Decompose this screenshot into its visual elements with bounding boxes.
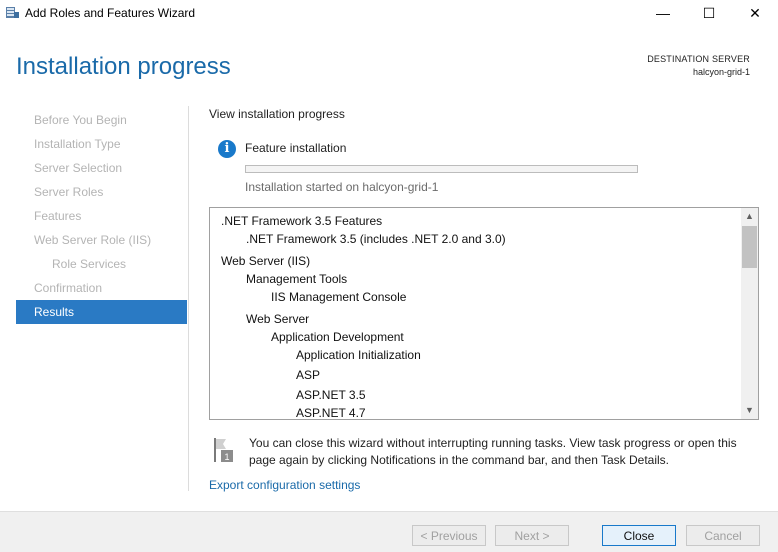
installation-status-text: Installation started on halcyon-grid-1 bbox=[245, 180, 439, 194]
tree-item: Application Initialization bbox=[296, 348, 421, 362]
tree-item: IIS Management Console bbox=[271, 290, 407, 304]
wizard-step-web-server-role-iis: Web Server Role (IIS) bbox=[34, 233, 152, 247]
tree-item: Management Tools bbox=[246, 272, 348, 286]
wizard-steps-nav: Before You Begin Installation Type Server … bbox=[16, 108, 187, 324]
wizard-footer: < Previous Next > Close Cancel bbox=[0, 511, 778, 552]
vertical-scrollbar[interactable]: ▲ ▼ bbox=[741, 208, 758, 419]
tree-item: Web Server (IIS) bbox=[221, 254, 311, 268]
tree-item: .NET Framework 3.5 Features bbox=[221, 214, 383, 228]
wizard-step-server-roles: Server Roles bbox=[34, 185, 104, 199]
feature-installation-label: Feature installation bbox=[245, 141, 347, 155]
tree-item: ASP.NET 3.5 bbox=[296, 388, 366, 402]
svg-text:1: 1 bbox=[224, 452, 229, 462]
wizard-step-results[interactable]: Results bbox=[16, 300, 187, 324]
server-manager-icon bbox=[6, 7, 19, 18]
section-heading: View installation progress bbox=[209, 107, 345, 121]
wizard-step-installation-type: Installation Type bbox=[34, 137, 121, 151]
window-title: Add Roles and Features Wizard bbox=[25, 6, 196, 20]
destination-server-name: halcyon-grid-1 bbox=[692, 67, 750, 77]
close-button[interactable]: Close bbox=[602, 525, 676, 546]
export-configuration-link[interactable]: Export configuration settings bbox=[209, 478, 360, 492]
tree-item: .NET Framework 3.5 (includes .NET 2.0 an… bbox=[246, 232, 506, 246]
minimize-button[interactable]: — bbox=[640, 0, 686, 26]
close-wizard-note: You can close this wizard without interr… bbox=[249, 436, 737, 467]
flag-notification-icon: 1 bbox=[214, 438, 233, 462]
title-bar: Add Roles and Features Wizard — ☐ ✕ bbox=[0, 0, 778, 26]
close-window-button[interactable]: ✕ bbox=[732, 0, 778, 26]
destination-server-label: DESTINATION SERVER bbox=[647, 54, 750, 64]
wizard-step-confirmation: Confirmation bbox=[34, 281, 103, 295]
scroll-up-arrow-icon[interactable]: ▲ bbox=[741, 208, 758, 225]
tree-item: ASP bbox=[296, 368, 321, 382]
nav-divider bbox=[188, 106, 189, 491]
previous-button[interactable]: < Previous bbox=[412, 525, 486, 546]
installation-results-list[interactable]: ASP.NET 4.7 ASP.NET 3.5 ASP Application Ini… bbox=[209, 207, 759, 420]
wizard-step-before-you-begin: Before You Begin bbox=[34, 113, 127, 127]
wizard-step-features: Features bbox=[34, 209, 82, 223]
next-button[interactable]: Next > bbox=[495, 525, 569, 546]
cancel-button[interactable]: Cancel bbox=[686, 525, 760, 546]
scroll-thumb[interactable] bbox=[742, 226, 757, 268]
page-title: Installation progress bbox=[16, 53, 231, 80]
maximize-button[interactable]: ☐ bbox=[686, 0, 732, 26]
tree-item: ASP.NET 4.7 bbox=[296, 406, 366, 420]
info-icon: i bbox=[218, 140, 236, 158]
installation-progress-bar bbox=[245, 165, 638, 173]
tree-item: Web Server bbox=[246, 312, 310, 326]
wizard-step-role-services: Role Services bbox=[52, 257, 127, 271]
wizard-step-server-selection: Server Selection bbox=[34, 161, 123, 175]
tree-item: Application Development bbox=[271, 330, 404, 344]
scroll-down-arrow-icon[interactable]: ▼ bbox=[741, 402, 758, 419]
